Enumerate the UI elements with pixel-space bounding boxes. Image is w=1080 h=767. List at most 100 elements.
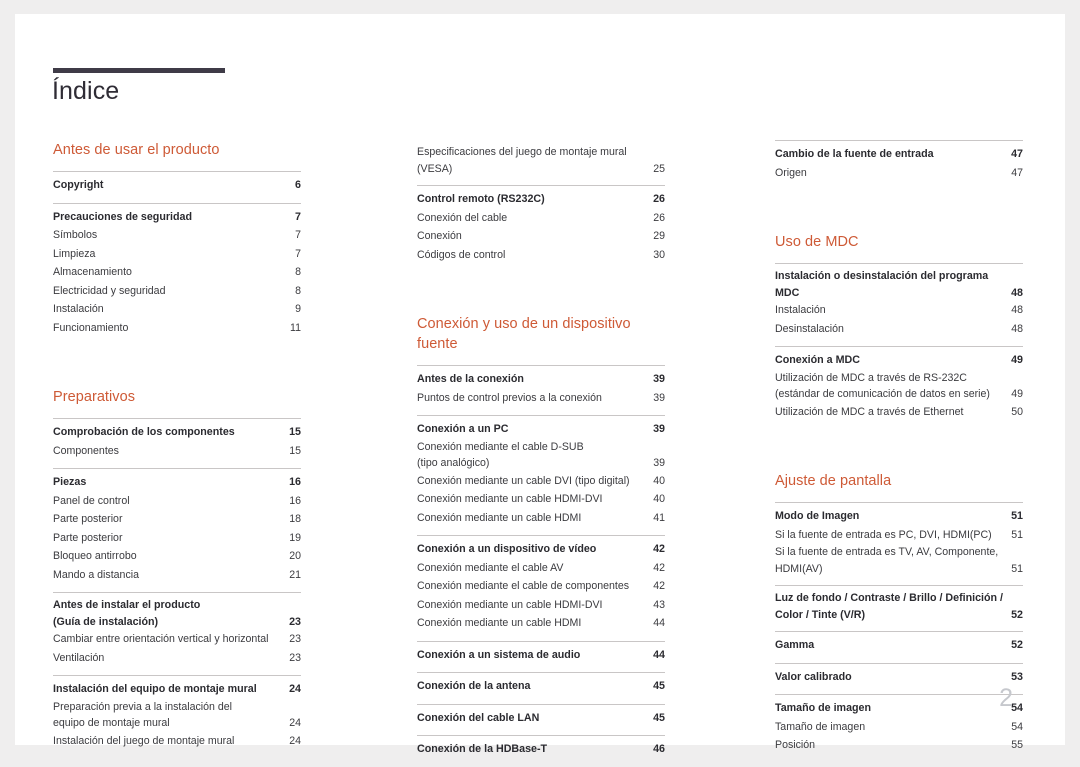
toc-entry[interactable]: Almacenamiento 8 [53,263,301,282]
toc-entry[interactable]: Instalación del juego de montaje mural 24 [53,732,301,751]
toc-entry-page: 47 [1011,166,1023,179]
toc-entry[interactable]: Preparación previa a la instalación del e… [53,699,301,732]
toc-entry-page: 24 [289,683,301,695]
toc-entry[interactable]: Posición 55 [775,736,1023,755]
toc-entry-page: 47 [1011,148,1023,160]
toc-entry[interactable]: Desinstalación 48 [775,320,1023,339]
toc-group: Luz de fondo / Contraste / Brillo / Defi… [775,585,1023,623]
toc-entry-page: 45 [653,711,665,724]
toc-entry[interactable]: Conexión del cable 26 [417,209,665,228]
toc-entry-label: (VESA) [417,162,453,175]
toc-entry-page: 45 [653,680,665,692]
toc-entry[interactable]: Piezas 16 [53,473,301,492]
toc-entry[interactable]: Conexión mediante un cable HDMI 41 [417,509,665,528]
toc-entry[interactable]: Conexión mediante el cable D-SUB (tipo an… [417,439,665,472]
toc-entry[interactable]: Instalación o desinstalación del program… [775,268,1023,301]
toc-entry-line2: (tipo analógico) 39 [417,455,665,472]
toc-entry-label: MDC [775,286,800,299]
toc-entry[interactable]: Bloqueo antirrobo 20 [53,547,301,566]
toc-entry[interactable]: Tamaño de imagen 54 [775,718,1023,737]
toc-entry[interactable]: Si la fuente de entrada es PC, DVI, HDMI… [775,526,1023,545]
toc-entry-line2: MDC 48 [775,285,1023,302]
toc-entry-label: Almacenamiento [53,266,132,278]
toc-entry[interactable]: Mando a distancia 21 [53,566,301,585]
toc-entry-label-line1: Luz de fondo / Contraste / Brillo / Defi… [775,592,1004,604]
toc-entry[interactable]: Instalación 9 [53,300,301,319]
toc-entry-page: 24 [289,717,301,729]
toc-entry[interactable]: Tamaño de imagen 54 [775,699,1023,718]
toc-entry[interactable]: Conexión a un sistema de audio 44 [417,646,665,665]
page-number: 2 [999,684,1013,712]
toc-entry[interactable]: Instalación del equipo de montaje mural 2… [53,680,301,699]
toc-entry[interactable]: Conexión mediante el cable de componente… [417,577,665,596]
toc-entry[interactable]: Conexión a un PC 39 [417,420,665,439]
toc-entry[interactable]: Gamma 52 [775,636,1023,655]
toc-entry[interactable]: Comprobación de los componentes 15 [53,423,301,442]
toc-entry[interactable]: Utilización de MDC a través de RS-232C (e… [775,370,1023,403]
toc-entry[interactable]: Códigos de control 30 [417,246,665,265]
toc-entry[interactable]: Parte posterior 19 [53,529,301,548]
toc-entry[interactable]: Valor calibrado 53 [775,668,1023,687]
toc-entry[interactable]: Componentes 15 [53,442,301,461]
toc-entry-label-line1: Si la fuente de entrada es TV, AV, Compo… [775,546,999,558]
toc-entry[interactable]: Conexión a un dispositivo de vídeo 42 [417,540,665,559]
toc-entry[interactable]: Ventilación 23 [53,649,301,668]
toc-entry[interactable]: Conexión mediante un cable HDMI 44 [417,614,665,633]
toc-group: Antes de instalar el producto (Guía de in… [53,592,301,667]
toc-entry-page: 7 [295,229,301,241]
toc-entry-page: 50 [1011,405,1023,418]
toc-entry[interactable]: Conexión a MDC 49 [775,351,1023,370]
toc-entry-label: Piezas [53,476,87,488]
toc-entry[interactable]: Control remoto (RS232C) 26 [417,190,665,209]
toc-group: Conexión a MDC 49 Utilización de MDC a tra… [775,346,1023,421]
toc-entry[interactable]: Cambiar entre orientación vertical y hor… [53,630,301,649]
toc-entry[interactable]: Luz de fondo / Contraste / Brillo / Defi… [775,590,1023,623]
toc-entry[interactable]: Conexión mediante un cable HDMI-DVI 40 [417,490,665,509]
toc-entry[interactable]: Conexión mediante un cable HDMI-DVI 43 [417,596,665,615]
toc-entry[interactable]: Si la fuente de entrada es TV, AV, Compo… [775,544,1023,577]
toc-entry-label: Instalación del equipo de montaje mural [53,683,257,695]
toc-group: Comprobación de los componentes 15 Compone… [53,418,301,460]
toc-entry-label: Parte posterior [53,513,123,525]
toc-entry[interactable]: Instalación 48 [775,301,1023,320]
toc-entry-page: 39 [653,423,665,435]
toc-entry[interactable]: Conexión del cable LAN 45 [417,709,665,728]
toc-group: Conexión de la HDBase-T 46 [417,735,665,759]
toc-entry-label: Desinstalación [775,322,844,335]
toc-entry-label: Mando a distancia [53,568,139,581]
toc-entry-page: 16 [289,476,301,488]
section-heading: Uso de MDC [775,234,859,250]
toc-entry[interactable]: Panel de control 16 [53,492,301,511]
toc-entry-page: 51 [1011,562,1023,575]
toc-entry[interactable]: Conexión 29 [417,227,665,246]
toc-entry[interactable]: Limpieza 7 [53,245,301,264]
toc-entry[interactable]: Parte posterior 18 [53,510,301,529]
toc-entry-label-line1: Utilización de MDC a través de RS-232C [775,371,967,384]
toc-entry[interactable]: Conexión de la antena 45 [417,677,665,696]
toc-entry[interactable]: Símbolos 7 [53,226,301,245]
toc-entry-label: Conexión de la HDBase-T [417,743,548,755]
toc-entry[interactable]: Puntos de control previos a la conexión 3… [417,389,665,408]
toc-entry-page: 44 [653,617,665,629]
toc-entry[interactable]: Antes de instalar el producto (Guía de in… [53,597,301,630]
toc-entry[interactable]: Modo de Imagen 51 [775,507,1023,526]
toc-entry-line2: HDMI(AV) 51 [775,561,1023,578]
toc-entry[interactable]: Precauciones de seguridad 7 [53,208,301,227]
toc-entry-label: (estándar de comunicación de datos en se… [775,388,990,400]
toc-entry[interactable]: Electricidad y seguridad 8 [53,282,301,301]
toc-entry-page: 52 [1011,639,1023,651]
toc-entry[interactable]: Funcionamiento 11 [53,319,301,338]
toc-entry-label: Conexión del cable LAN [417,711,540,724]
toc-entry-page: 41 [653,511,665,524]
toc-entry[interactable]: Utilización de MDC a través de Ethernet 5… [775,403,1023,422]
toc-entry-label: Conexión del cable [417,211,508,224]
toc-entry[interactable]: Conexión mediante un cable DVI (tipo dig… [417,472,665,491]
toc-entry[interactable]: Cambio de la fuente de entrada 47 [775,145,1023,164]
toc-entry[interactable]: Antes de la conexión 39 [417,370,665,389]
toc-entry[interactable]: Conexión de la HDBase-T 46 [417,740,665,759]
toc-entry[interactable]: Especificaciones del juego de montaje mu… [417,144,665,177]
toc-entry[interactable]: Conexión mediante el cable AV 42 [417,559,665,578]
toc-entry[interactable]: Origen 47 [775,164,1023,183]
toc-entry[interactable]: Copyright 6 [53,176,301,195]
